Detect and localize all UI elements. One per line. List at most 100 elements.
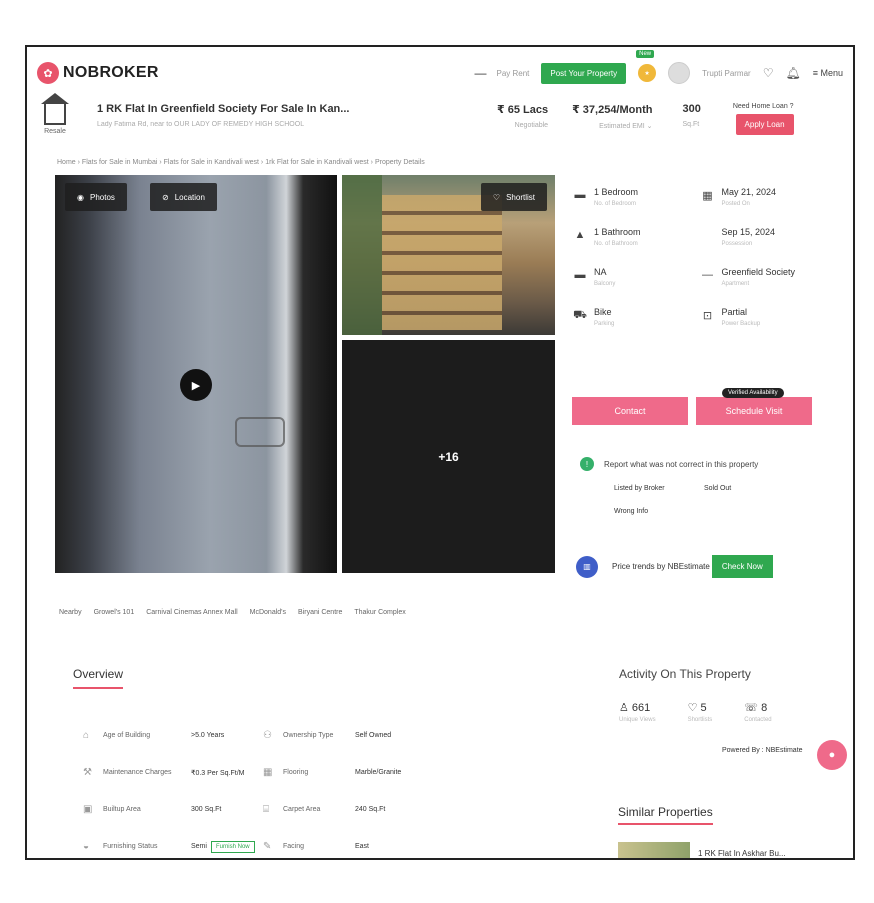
bed-icon: ▬ [574, 189, 586, 201]
check-now-button[interactable]: Check Now [711, 555, 773, 578]
top-header: ✿ NOBROKER — Pay Rent Post Your Property… [27, 47, 853, 99]
action-buttons: Contact Verified Availability Schedule V… [572, 388, 812, 425]
balcony-icon: ▬ [574, 269, 586, 281]
report-heading: Report what was not correct in this prop… [604, 459, 759, 469]
detail-possession: Sep 15, 2024 Possession [721, 227, 776, 247]
flooring-icon: ▦ [263, 767, 273, 778]
detail-apartment: — Greenfield Society Apartment [700, 267, 818, 287]
overview-row: ◒ Furnishing Status Semi Furnish Now ✎ Fa… [83, 841, 370, 853]
nearby-place[interactable]: McDonald's [250, 609, 286, 616]
contact-icon: ☏ [744, 702, 762, 714]
price: ₹ 65 Lacs [497, 104, 549, 116]
schedule-visit-button[interactable]: Verified Availability Schedule Visit [696, 388, 812, 425]
location-button[interactable]: ⊘ Location [150, 183, 217, 211]
photo-gallery: ◉ Photos ⊘ Location ▶ ♡ Shortlist +16 [55, 175, 555, 573]
bell-icon[interactable]: 🔔︎ [785, 66, 800, 80]
new-feature-icon[interactable]: New ★ [636, 50, 657, 82]
compass-icon: ✎ [263, 841, 272, 852]
nearby-place[interactable]: Thakur Complex [354, 609, 405, 616]
shortlist-button[interactable]: ♡ Shortlist [480, 183, 547, 211]
report-option-broker[interactable]: Listed by Broker [614, 485, 704, 492]
report-option-wrong[interactable]: Wrong Info [614, 508, 704, 515]
bath-icon: ▲ [574, 229, 586, 241]
schedule-visit-label: Schedule Visit [725, 406, 783, 416]
menu-button[interactable]: ≡ Menu [813, 68, 843, 78]
detail-bathroom: ▲ 1 Bathroom No. of Bathroom [572, 227, 690, 247]
post-property-button[interactable]: Post Your Property [541, 62, 627, 84]
price-block: ₹ 65 Lacs Negotiable [497, 103, 548, 129]
main-photo[interactable]: ◉ Photos ⊘ Location ▶ [55, 175, 337, 573]
builtup-area-icon: ▣ [83, 804, 93, 815]
heart-icon: ♡ [687, 702, 701, 714]
backup-icon: ⊡ [702, 310, 713, 322]
nearby-label: Nearby [59, 609, 82, 616]
overview-table: ⌂ Age of Building >5.0 Years ⚇ Ownership… [83, 717, 538, 858]
heart-icon[interactable]: ♡ [763, 66, 774, 80]
sofa-icon: ◒ [83, 841, 90, 852]
nearby-place[interactable]: Growel's 101 [94, 609, 135, 616]
activity-title: Activity On This Property [619, 667, 751, 681]
emi-block[interactable]: ₹ 37,254/Month Estimated EMI ⌄ [572, 103, 652, 130]
info-icon: ! [580, 457, 594, 471]
similar-property-card[interactable]: 1 RK Flat In Askhar Bu... [618, 842, 786, 858]
nearby-place[interactable]: Biryani Centre [298, 609, 342, 616]
detail-power-backup: ⊡ Partial Power Backup [700, 307, 818, 327]
parking-icon: ⛟ [573, 309, 587, 321]
contacted-stat: ☏ 8 Contacted [744, 702, 772, 723]
pay-rent-link[interactable]: Pay Rent [496, 69, 529, 78]
price-trends: ▥ Price trends by NBEstimate Check Now [576, 555, 816, 578]
apartment-icon: — [702, 269, 713, 281]
report-option-sold[interactable]: Sold Out [704, 485, 794, 492]
title-block: 1 RK Flat In Greenfield Society For Sale… [97, 103, 397, 128]
views-stat: ♙ 661 Unique Views [619, 702, 656, 723]
overview-row: ▣ Builtup Area 300 Sq.Ft ⌸ Carpet Area 2… [83, 804, 386, 815]
building-photo[interactable]: ♡ Shortlist [342, 175, 555, 335]
building-image [382, 195, 502, 330]
logo[interactable]: ✿ NOBROKER [37, 62, 159, 84]
location-label: Location [174, 192, 205, 202]
logo-icon: ✿ [37, 62, 59, 84]
activity-section: Activity On This Property ♙ 661 Unique V… [619, 667, 849, 723]
overview-title: Overview [73, 667, 124, 689]
property-title-row: Resale 1 RK Flat In Greenfield Society F… [27, 93, 853, 153]
maintenance-icon: ⚒ [83, 767, 92, 778]
carpet-area-icon: ⌸ [263, 804, 269, 815]
breadcrumb-mumbai[interactable]: Flats for Sale in Mumbai [82, 159, 157, 166]
apply-loan-button[interactable]: Apply Loan [735, 114, 794, 135]
more-photos-count: +16 [438, 449, 459, 464]
powered-by: Powered By : NBEstimate [722, 747, 803, 754]
breadcrumb-1rk[interactable]: 1rk Flat for Sale in Kandivali west [265, 159, 369, 166]
breadcrumb: Home › Flats for Sale in Mumbai › Flats … [57, 159, 425, 166]
similar-thumbnail [618, 842, 690, 858]
breadcrumb-current: Property Details [374, 159, 425, 166]
ownership-icon: ⚇ [263, 730, 272, 741]
tree-image [342, 175, 382, 335]
detail-balcony: ▬ NA Balcony [572, 267, 690, 287]
user-name[interactable]: Trupti Parmar [702, 69, 751, 78]
nearby-place[interactable]: Carnival Cinemas Annex Mall [146, 609, 237, 616]
contact-button[interactable]: Contact [572, 397, 688, 425]
user-icon: ♙ [619, 702, 632, 714]
breadcrumb-home[interactable]: Home [57, 159, 76, 166]
house-icon [41, 93, 69, 125]
breadcrumb-kandivali[interactable]: Flats for Sale in Kandivali west [164, 159, 259, 166]
nearby-bar: Nearby Growel's 101 Carnival Cinemas Ann… [59, 609, 406, 616]
photos-button[interactable]: ◉ Photos [65, 183, 127, 211]
furnish-now-button[interactable]: Furnish Now [210, 841, 255, 853]
emi: ₹ 37,254/Month [572, 104, 653, 116]
area: 300 [682, 103, 701, 115]
avatar[interactable] [668, 62, 691, 84]
more-photos-tile[interactable]: +16 [342, 340, 555, 573]
overview-row: ⌂ Age of Building >5.0 Years ⚇ Ownership… [83, 730, 392, 741]
area-unit: Sq.Ft [682, 121, 700, 128]
price-note: Negotiable [514, 122, 549, 129]
detail-bedroom: ▬ 1 Bedroom No. of Bedroom [572, 187, 690, 207]
chat-icon[interactable]: ● [817, 740, 847, 770]
area-block: 300 Sq.Ft [682, 103, 700, 128]
shortlist-label: Shortlist [506, 192, 535, 202]
building-age-icon: ⌂ [83, 730, 90, 741]
resale-label: Resale [44, 128, 66, 135]
play-icon[interactable]: ▶ [180, 369, 212, 401]
page-frame: ✿ NOBROKER — Pay Rent Post Your Property… [25, 45, 855, 860]
camera-icon: ◉ [77, 192, 84, 202]
